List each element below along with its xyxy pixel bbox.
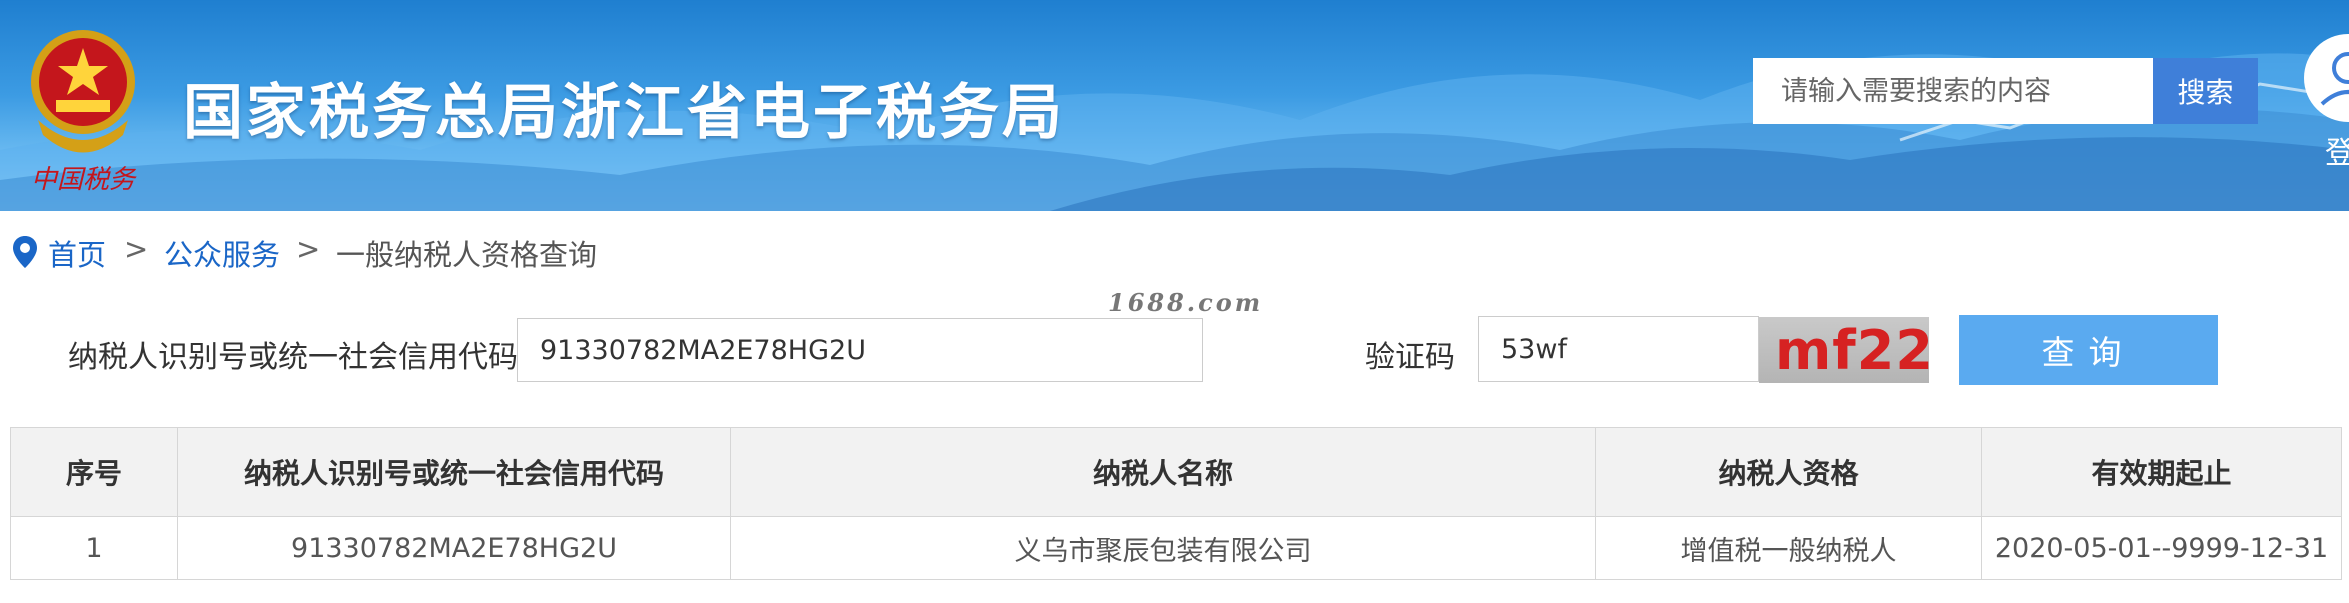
table-row: 1 91330782MA2E78HG2U 义乌市聚辰包装有限公司 增值税一般纳税… [10,516,2342,580]
captcha-image-text: mf22 [1775,319,1934,382]
breadcrumb-separator: > [296,232,321,266]
column-header-index: 序号 [10,427,178,517]
table-header-row: 序号 纳税人识别号或统一社会信用代码 纳税人名称 纳税人资格 有效期起止 [10,427,2342,517]
header-banner: 中国税务 国家税务总局浙江省电子税务局 搜索 登 [0,0,2349,211]
breadcrumb-public-services[interactable]: 公众服务 [164,232,280,274]
cell-taxpayer-name: 义乌市聚辰包装有限公司 [730,516,1596,580]
captcha-label: 验证码 [1365,340,1455,375]
captcha-input[interactable] [1478,316,1759,382]
user-icon [2320,52,2349,106]
column-header-taxpayer-id: 纳税人识别号或统一社会信用代码 [177,427,731,517]
taxpayer-id-label: 纳税人识别号或统一社会信用代码 [68,340,518,375]
taxpayer-id-input[interactable] [517,318,1203,382]
search-input[interactable] [1753,58,2153,124]
breadcrumb-home[interactable]: 首页 [48,232,106,274]
location-pin-icon [13,236,37,268]
breadcrumb-current: 一般纳税人资格查询 [336,238,598,272]
svg-text:中国税务: 中国税务 [31,165,137,195]
search-button[interactable]: 搜索 [2153,58,2258,124]
query-button[interactable]: 查询 [1959,315,2218,385]
login-link[interactable]: 登 [2325,128,2349,172]
column-header-taxpayer-name: 纳税人名称 [730,427,1596,517]
column-header-validity: 有效期起止 [1981,427,2342,517]
breadcrumb-separator: > [124,232,149,266]
tax-emblem-icon: 中国税务 [31,30,137,195]
column-header-qualification: 纳税人资格 [1595,427,1982,517]
user-avatar[interactable] [2304,34,2349,122]
cell-taxpayer-id: 91330782MA2E78HG2U [177,516,731,580]
cell-validity: 2020-05-01--9999-12-31 [1981,516,2342,580]
watermark-text: 1688.com [1108,288,1264,317]
cell-index: 1 [10,516,178,580]
results-table: 序号 纳税人识别号或统一社会信用代码 纳税人名称 纳税人资格 有效期起止 1 9… [10,427,2342,580]
cell-qualification: 增值税一般纳税人 [1595,516,1982,580]
site-title: 国家税务总局浙江省电子税务局 [183,78,1065,148]
captcha-image[interactable]: mf22 [1759,317,1933,383]
